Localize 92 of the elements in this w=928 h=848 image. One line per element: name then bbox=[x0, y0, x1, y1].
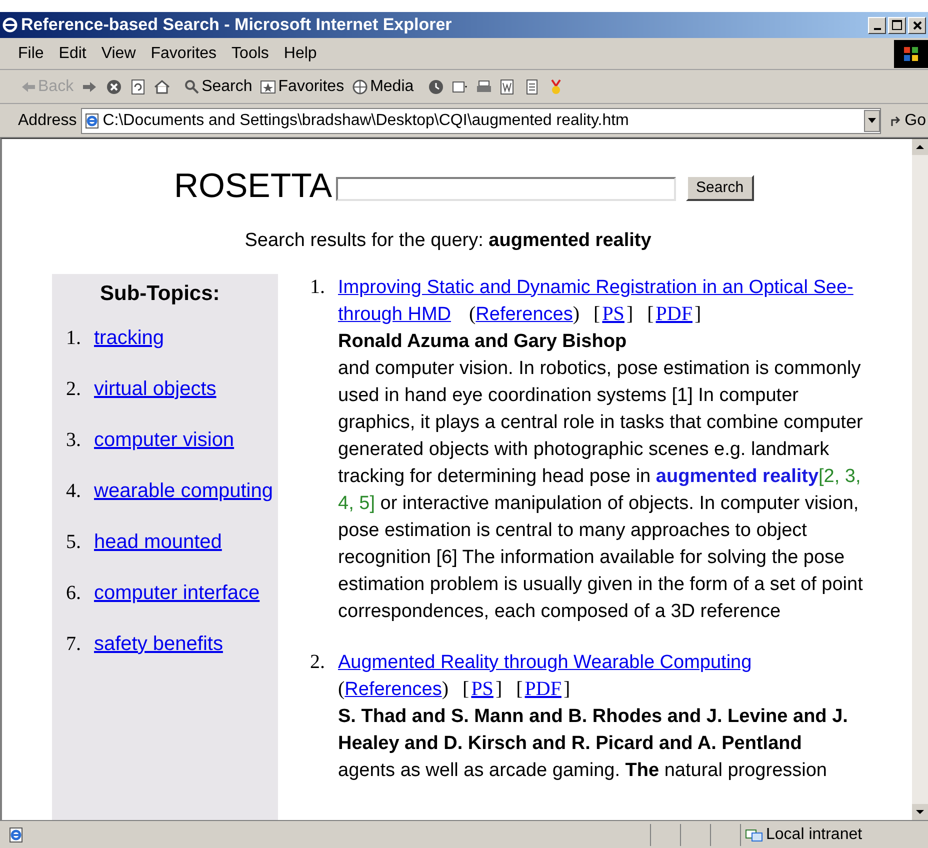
maximize-icon bbox=[892, 20, 902, 30]
refresh-icon bbox=[130, 78, 146, 94]
bracket-text: ) bbox=[572, 302, 580, 326]
edit-icon bbox=[500, 78, 516, 94]
references-link[interactable]: References bbox=[476, 300, 573, 328]
pdf-link[interactable]: PDF bbox=[522, 676, 564, 702]
bracket-text: [ bbox=[462, 676, 470, 702]
references-link[interactable]: References bbox=[344, 676, 442, 702]
page-icon bbox=[84, 112, 100, 128]
result-title-link[interactable]: through HMD bbox=[338, 300, 451, 328]
toolbar-edit-button[interactable] bbox=[500, 78, 516, 94]
windows-flag-icon bbox=[903, 46, 919, 62]
list-number: 3. bbox=[66, 428, 82, 453]
close-button[interactable] bbox=[908, 16, 926, 34]
subtopic-link[interactable]: wearable computing bbox=[94, 476, 273, 506]
print-icon bbox=[476, 78, 492, 94]
menu-item[interactable]: Edit bbox=[58, 42, 86, 66]
bracket-text: ( bbox=[469, 302, 476, 326]
menu-item[interactable]: Help bbox=[284, 42, 317, 66]
bracket-text: ( bbox=[338, 676, 345, 702]
toolbar-home-button[interactable] bbox=[154, 78, 170, 94]
bracket-text: [ bbox=[647, 302, 654, 326]
result-snippet: agents as well as arcade gaming. The natural progression bbox=[338, 758, 828, 782]
ps-link[interactable]: PS bbox=[600, 300, 626, 328]
minimize-icon bbox=[874, 28, 880, 30]
toolbar-favorites-button[interactable]: Favorites bbox=[260, 74, 344, 98]
history-icon bbox=[428, 78, 444, 94]
go-arrow-icon bbox=[888, 114, 903, 128]
toolbar-media-button[interactable]: Media bbox=[352, 74, 414, 98]
go-button[interactable]: Go bbox=[888, 108, 926, 132]
list-number: 6. bbox=[66, 581, 82, 606]
favorites-icon bbox=[260, 78, 276, 94]
bracket-text: [ bbox=[516, 676, 523, 702]
result-snippet: and computer vision. In robotics, pose estimation is commonly used in hand eye coordination systems [1] In computer graphics, it plays a central role in tasks that combine computer generated objects with photographic scenes e.g. landmark tracking for determining head pose in augmented reality[2, 3, 4, 5] or interactive manipulation of objects. In computer vision, pose estimation is central to many approaches to object recognition [6] The information available for solving the pose estimation problem is usually given in the form of a set of point correspondences, each composed of a 3D reference bbox=[338, 356, 864, 624]
bracket-text: [ bbox=[594, 302, 600, 326]
home-icon bbox=[154, 78, 170, 94]
toolbar-mail-button[interactable] bbox=[452, 78, 468, 94]
toolbar-discuss-button[interactable] bbox=[524, 78, 540, 94]
ps-link[interactable]: PS bbox=[469, 676, 496, 702]
window-title: Reference-based Search - Microsoft Internet Explorer bbox=[21, 14, 453, 36]
toolbar-refresh-button[interactable] bbox=[130, 78, 146, 94]
list-number: 1. bbox=[66, 326, 82, 351]
zone-label: Local intranet bbox=[766, 824, 862, 844]
list-number: 7. bbox=[66, 632, 82, 657]
menu-item[interactable]: Tools bbox=[232, 42, 269, 66]
address-field[interactable]: C:\Documents and Settings\bradshaw\Desktop\CQI\augmented reality.htm bbox=[80, 108, 881, 134]
close-icon bbox=[912, 20, 922, 30]
search-icon bbox=[184, 78, 200, 94]
minimize-button[interactable] bbox=[868, 16, 886, 34]
result-title-link[interactable]: Augmented Reality through Wearable Computing bbox=[338, 648, 752, 676]
list-number: 2. bbox=[310, 650, 326, 674]
bracket-text: ) bbox=[442, 676, 449, 702]
sidebar-heading: Sub-Topics: bbox=[99, 280, 221, 306]
bracket-text: ] bbox=[563, 676, 570, 702]
list-number: 2. bbox=[66, 377, 82, 402]
stop-icon bbox=[106, 78, 122, 94]
subtopic-link[interactable]: safety benefits bbox=[94, 629, 223, 659]
search-input[interactable] bbox=[336, 177, 676, 201]
subtopic-link[interactable]: head mounted bbox=[94, 527, 222, 557]
toolbar-search-button[interactable]: Search bbox=[184, 74, 252, 98]
subtopic-link[interactable]: tracking bbox=[94, 323, 164, 353]
list-number: 5. bbox=[66, 530, 82, 555]
discuss-icon bbox=[524, 78, 540, 94]
page-status-icon bbox=[8, 826, 24, 842]
bracket-text: ] bbox=[694, 302, 702, 326]
bracket-text: ] bbox=[626, 302, 634, 326]
query-summary: Search results for the query: augmented reality bbox=[244, 229, 652, 253]
list-number: 4. bbox=[66, 479, 82, 504]
menu-item[interactable]: File bbox=[18, 42, 44, 66]
subtopic-link[interactable]: virtual objects bbox=[94, 374, 216, 404]
intranet-icon bbox=[745, 826, 763, 842]
maximize-button[interactable] bbox=[888, 16, 906, 34]
mail-icon bbox=[452, 78, 468, 94]
list-number: 1. bbox=[310, 274, 326, 300]
bracket-text: ] bbox=[495, 676, 502, 702]
toolbar-stop-button[interactable] bbox=[106, 78, 122, 94]
caret-icon bbox=[868, 118, 876, 124]
result-title-link[interactable]: Improving Static and Dynamic Registration in an Optical See- bbox=[338, 274, 854, 300]
media-icon bbox=[352, 78, 368, 94]
subtopic-link[interactable]: computer interface bbox=[94, 578, 260, 608]
address-label: Address bbox=[18, 110, 77, 130]
search-button[interactable]: Search bbox=[686, 175, 754, 201]
menu-item[interactable]: Favorites bbox=[150, 42, 217, 66]
toolbar-print-button[interactable] bbox=[476, 78, 492, 94]
subtopic-link[interactable]: computer vision bbox=[94, 425, 234, 455]
dropdown-button[interactable] bbox=[864, 110, 880, 132]
pdf-link[interactable]: PDF bbox=[654, 300, 694, 328]
result-authors: Ronald Azuma and Gary Bishop bbox=[338, 330, 628, 354]
browser-icon bbox=[2, 17, 18, 33]
menu-item[interactable]: View bbox=[101, 42, 136, 66]
site-logo: ROSETTA bbox=[174, 167, 332, 205]
toolbar-history-button[interactable] bbox=[428, 78, 444, 94]
